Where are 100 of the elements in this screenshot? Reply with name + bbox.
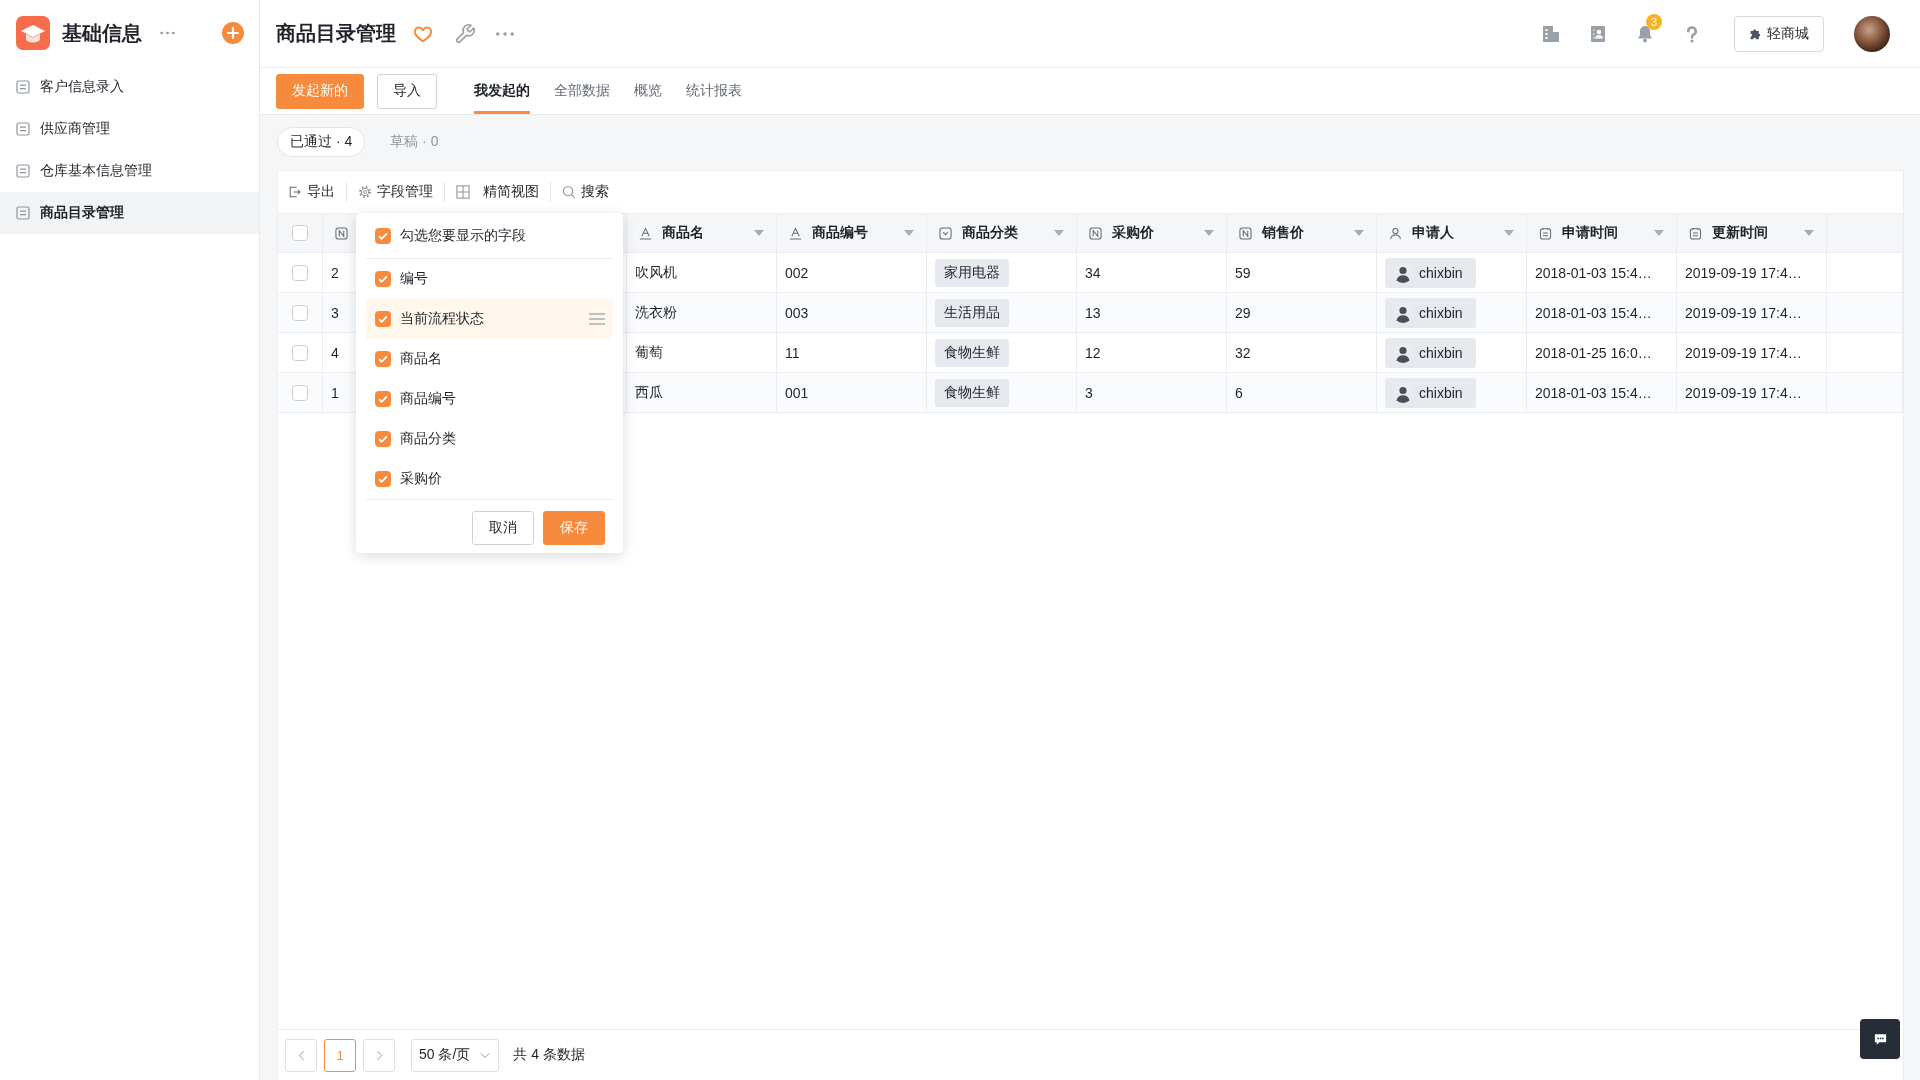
page-size-select[interactable]: 50 条/页 — [411, 1038, 500, 1072]
table-cell: 13 — [1077, 293, 1227, 333]
caret-down-icon[interactable] — [1804, 230, 1814, 236]
table-cell: 洗衣粉 — [627, 293, 777, 333]
table-cell: 2019-09-19 17:4… — [1677, 373, 1827, 413]
column-header[interactable]: 商品分类 — [927, 213, 1077, 253]
column-header[interactable]: 商品名 — [627, 213, 777, 253]
checkbox[interactable] — [375, 311, 391, 327]
caret-down-icon[interactable] — [1204, 230, 1214, 236]
add-icon[interactable] — [222, 22, 244, 44]
previous-page-button[interactable] — [285, 1038, 317, 1072]
field-option[interactable]: 当前流程状态 — [366, 299, 613, 339]
app-title: 基础信息 — [62, 20, 142, 46]
column-header[interactable]: 采购价 — [1077, 213, 1227, 253]
sidebar-item[interactable]: 供应商管理 — [0, 108, 259, 150]
user-chip[interactable]: chixbin — [1385, 337, 1476, 368]
tab[interactable]: 概览 — [634, 68, 662, 114]
table-cell: 11 — [777, 333, 927, 373]
caret-down-icon[interactable] — [1504, 230, 1514, 236]
select-type-icon — [939, 226, 952, 240]
column-header[interactable]: 商品编号 — [777, 213, 927, 253]
sidebar-item[interactable]: 仓库基本信息管理 — [0, 150, 259, 192]
table-cell: 34 — [1077, 253, 1227, 293]
category-tag: 家用电器 — [935, 258, 1009, 287]
checkbox[interactable] — [292, 344, 308, 361]
cancel-button[interactable]: 取消 — [472, 511, 534, 545]
table-cell: 2018-01-25 16:0… — [1527, 333, 1677, 373]
table-cell: 6 — [1227, 373, 1377, 413]
building-icon[interactable] — [1541, 23, 1561, 44]
table-cell: 葡萄 — [627, 333, 777, 373]
field-settings-button[interactable]: 字段管理 — [358, 183, 433, 201]
text-type-icon — [639, 226, 652, 240]
table-cell: 59 — [1227, 253, 1377, 293]
puzzle-icon — [1749, 27, 1762, 40]
column-title: 更新时间 — [1712, 224, 1768, 242]
checkbox[interactable] — [292, 264, 308, 281]
caret-down-icon[interactable] — [1654, 230, 1664, 236]
more-icon[interactable] — [160, 31, 175, 35]
table-cell: 12 — [1077, 333, 1227, 373]
more-icon[interactable] — [496, 31, 514, 36]
status-filter[interactable]: 已通过 · 4 — [277, 127, 366, 157]
table-cell: 2018-01-03 15:4… — [1527, 373, 1677, 413]
contact-card-icon[interactable] — [1588, 23, 1608, 44]
table-cell: 西瓜 — [627, 373, 777, 413]
caret-down-icon[interactable] — [904, 230, 914, 236]
caret-down-icon[interactable] — [1054, 230, 1064, 236]
table-cell: 2018-01-03 15:4… — [1527, 293, 1677, 333]
caret-down-icon[interactable] — [1354, 230, 1364, 236]
column-title: 申请时间 — [1562, 224, 1618, 242]
column-title: 商品编号 — [812, 224, 868, 242]
checkbox[interactable] — [375, 351, 391, 367]
search-button[interactable]: 搜索 — [562, 183, 609, 201]
sidebar-item[interactable]: 商品目录管理 — [0, 192, 259, 234]
tab[interactable]: 全部数据 — [554, 68, 610, 114]
caret-down-icon[interactable] — [754, 230, 764, 236]
export-button[interactable]: 导出 — [288, 183, 335, 201]
checkbox[interactable] — [375, 431, 391, 447]
drag-handle-icon[interactable] — [589, 313, 605, 325]
wrench-icon[interactable] — [454, 22, 476, 45]
import-button[interactable]: 导入 — [377, 73, 437, 109]
user-avatar[interactable] — [1854, 15, 1890, 52]
total-count: 共 4 条数据 — [513, 1046, 585, 1064]
tab[interactable]: 统计报表 — [686, 68, 742, 114]
column-title: 销售价 — [1262, 224, 1304, 242]
chat-button[interactable] — [1860, 1019, 1900, 1059]
page-title: 商品目录管理 — [276, 21, 396, 46]
category-tag: 生活用品 — [935, 298, 1009, 327]
search-icon — [562, 185, 576, 199]
checkbox[interactable] — [375, 391, 391, 407]
shop-button[interactable]: 轻商城 — [1734, 15, 1824, 52]
export-icon — [288, 185, 302, 199]
checkbox[interactable] — [375, 227, 391, 244]
document-icon — [16, 122, 30, 136]
document-icon — [16, 206, 30, 220]
column-header[interactable]: 销售价 — [1227, 213, 1377, 253]
column-title: 商品名 — [662, 224, 704, 242]
sidebar-item[interactable]: 客户信息录入 — [0, 66, 259, 108]
compact-view-button[interactable]: 精简视图 — [456, 183, 539, 201]
checkbox[interactable] — [375, 271, 391, 287]
table-cell: 2018-01-03 15:4… — [1527, 253, 1677, 293]
table-cell: 001 — [777, 373, 927, 413]
column-header[interactable]: 申请时间 — [1527, 213, 1677, 253]
checkbox[interactable] — [292, 225, 308, 241]
user-chip[interactable]: chixbin — [1385, 377, 1476, 408]
next-page-button[interactable] — [363, 1038, 395, 1072]
user-chip[interactable]: chixbin — [1385, 257, 1476, 288]
column-header[interactable]: 更新时间 — [1677, 213, 1827, 253]
field-option[interactable]: 商品分类 — [366, 419, 613, 459]
table-cell: 2019-09-19 17:4… — [1677, 253, 1827, 293]
checkbox[interactable] — [375, 471, 391, 487]
calendar-icon — [1689, 226, 1702, 240]
column-header[interactable]: 申请人 — [1377, 213, 1527, 253]
field-option[interactable]: 采购价 — [366, 459, 613, 499]
select-all-option[interactable]: 勾选您要显示的字段 — [366, 213, 613, 259]
checkbox[interactable] — [292, 304, 308, 321]
table-cell: 2019-09-19 17:4… — [1677, 293, 1827, 333]
document-icon — [16, 80, 30, 94]
user-chip[interactable]: chixbin — [1385, 297, 1476, 328]
category-tag: 食物生鲜 — [935, 378, 1009, 407]
checkbox[interactable] — [292, 384, 308, 401]
